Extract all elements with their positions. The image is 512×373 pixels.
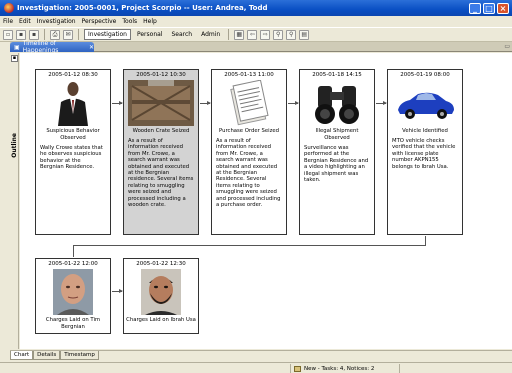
outline-expand-icon[interactable]: ▪ bbox=[11, 55, 18, 62]
menu-edit[interactable]: Edit bbox=[19, 18, 31, 25]
event-date: 2005-01-13 11:00 bbox=[224, 72, 274, 78]
event-card[interactable]: 2005-01-19 08:00 Vehicle Identified MTO … bbox=[387, 69, 463, 235]
grid-icon[interactable]: ▦ bbox=[234, 29, 245, 40]
tab-chart[interactable]: Chart bbox=[10, 351, 34, 360]
mail-icon[interactable]: ✉ bbox=[63, 29, 73, 40]
menu-investigation[interactable]: Investigation bbox=[37, 18, 76, 25]
timeline-canvas[interactable]: 2005-01-12 08:30 Suspicious Behavior Obs… bbox=[20, 53, 512, 349]
menu-bar: File Edit Investigation Perspective Tool… bbox=[0, 16, 512, 27]
perspective-search[interactable]: Search bbox=[168, 30, 195, 39]
connector-line bbox=[73, 245, 74, 257]
menu-perspective[interactable]: Perspective bbox=[82, 18, 117, 25]
event-card[interactable]: 2005-01-22 12:00 Charges Laid on Tim Ber… bbox=[35, 258, 111, 334]
event-caption: Charges Laid on Ibrah Usa bbox=[126, 317, 196, 323]
event-description: Wally Crowe states that he observes susp… bbox=[40, 145, 103, 171]
report-icon[interactable]: ▤ bbox=[299, 29, 310, 40]
event-description: As a result of information received from… bbox=[216, 138, 281, 209]
editor-tab-strip: ▣ Timeline of Happenings ✕ ▭ bbox=[10, 40, 512, 54]
connector-arrow bbox=[200, 101, 211, 105]
connector-arrow bbox=[112, 289, 123, 293]
menu-help[interactable]: Help bbox=[143, 18, 157, 25]
tab-timeline[interactable]: ▣ Timeline of Happenings ✕ bbox=[10, 40, 94, 54]
tab-details[interactable]: Details bbox=[33, 351, 61, 360]
event-card[interactable]: 2005-01-12 08:30 Suspicious Behavior Obs… bbox=[35, 69, 111, 235]
event-description: MTO vehicle checks verified that the veh… bbox=[392, 138, 456, 170]
timeline-tab-icon: ▣ bbox=[14, 43, 20, 51]
back-icon[interactable]: ⇦ bbox=[247, 29, 258, 40]
event-card[interactable]: 2005-01-18 14:15 Illegal Shipment Observ… bbox=[299, 69, 375, 235]
print-icon[interactable]: ⎙ bbox=[50, 29, 60, 40]
businessman-silhouette-icon bbox=[40, 80, 106, 126]
tab-timeline-label: Timeline of Happenings bbox=[22, 40, 59, 54]
forward-icon[interactable]: ⇨ bbox=[260, 29, 271, 40]
connector-line bbox=[425, 236, 426, 245]
connector-arrow bbox=[376, 101, 387, 105]
new-icon[interactable]: ▫ bbox=[3, 29, 13, 40]
mugshot-bald-man-icon bbox=[53, 269, 93, 315]
minimize-icon[interactable]: _ bbox=[469, 2, 481, 14]
event-description: Surveillance was performed at the Bergni… bbox=[304, 145, 369, 184]
bottom-tab-strip: Chart Details Timestamp bbox=[10, 350, 512, 360]
perspective-investigation[interactable]: Investigation bbox=[84, 29, 131, 40]
maximize-icon[interactable]: □ bbox=[483, 2, 495, 14]
event-card[interactable]: 2005-01-13 11:00 Purchase Order Seized A… bbox=[211, 69, 287, 235]
event-caption: Charges Laid on Tim Bergnian bbox=[45, 317, 101, 330]
perspective-personal[interactable]: Personal bbox=[134, 30, 166, 39]
toolbar-separator bbox=[78, 29, 79, 40]
event-card[interactable]: 2005-01-22 12:30 Charges Laid on Ibrah U… bbox=[123, 258, 199, 334]
title-bar: Investigation: 2005-0001, Project Scorpi… bbox=[0, 0, 512, 16]
save-all-icon[interactable]: ▪ bbox=[29, 29, 39, 40]
tab-timestamp[interactable]: Timestamp bbox=[60, 351, 99, 360]
tasks-icon bbox=[294, 365, 301, 372]
restore-view-icon[interactable]: ▭ bbox=[504, 43, 510, 50]
connector-arrow bbox=[288, 101, 299, 105]
blue-car-icon bbox=[392, 80, 458, 126]
outline-panel: ▪ Outline bbox=[10, 53, 19, 349]
event-description: As a result of information received from… bbox=[128, 138, 194, 209]
tab-close-icon[interactable]: ✕ bbox=[89, 44, 94, 51]
perspective-admin[interactable]: Admin bbox=[198, 30, 223, 39]
wooden-crate-photo-icon bbox=[128, 80, 194, 126]
status-text: New - Tasks: 4, Notices: 2 bbox=[304, 365, 375, 372]
status-bar: New - Tasks: 4, Notices: 2 bbox=[0, 362, 512, 373]
event-caption: Vehicle Identified bbox=[402, 128, 448, 134]
toolbar-separator bbox=[228, 29, 230, 40]
task-status[interactable]: New - Tasks: 4, Notices: 2 bbox=[290, 364, 400, 373]
toolbar-separator bbox=[44, 29, 45, 40]
connector-line bbox=[73, 245, 426, 246]
menu-tools[interactable]: Tools bbox=[122, 18, 137, 25]
event-date: 2005-01-19 08:00 bbox=[400, 72, 450, 78]
event-card[interactable]: 2005-01-12 10:30 Wooden Crate Seized As … bbox=[123, 69, 199, 235]
event-date: 2005-01-12 10:30 bbox=[136, 72, 186, 78]
app-icon bbox=[4, 3, 14, 13]
event-caption: Illegal Shipment Observed bbox=[315, 128, 359, 141]
binoculars-icon bbox=[304, 80, 370, 126]
outline-label[interactable]: Outline bbox=[11, 133, 18, 158]
menu-file[interactable]: File bbox=[3, 18, 13, 25]
document-papers-icon bbox=[216, 79, 282, 126]
event-date: 2005-01-22 12:30 bbox=[136, 261, 186, 267]
close-icon[interactable]: × bbox=[497, 2, 509, 14]
window-title: Investigation: 2005-0001, Project Scorpi… bbox=[17, 4, 268, 12]
unlink-icon[interactable]: ⚲ bbox=[286, 29, 297, 40]
save-icon[interactable]: ▪ bbox=[16, 29, 26, 40]
event-caption: Purchase Order Seized bbox=[219, 128, 279, 134]
event-caption: Wooden Crate Seized bbox=[132, 128, 190, 134]
event-caption: Suspicious Behavior Observed bbox=[46, 128, 100, 141]
connector-arrow bbox=[112, 101, 123, 105]
link-icon[interactable]: ⚲ bbox=[273, 29, 284, 40]
event-date: 2005-01-12 08:30 bbox=[48, 72, 98, 78]
event-date: 2005-01-18 14:15 bbox=[312, 72, 362, 78]
event-date: 2005-01-22 12:00 bbox=[48, 261, 98, 267]
mugshot-bearded-man-icon bbox=[141, 269, 181, 315]
